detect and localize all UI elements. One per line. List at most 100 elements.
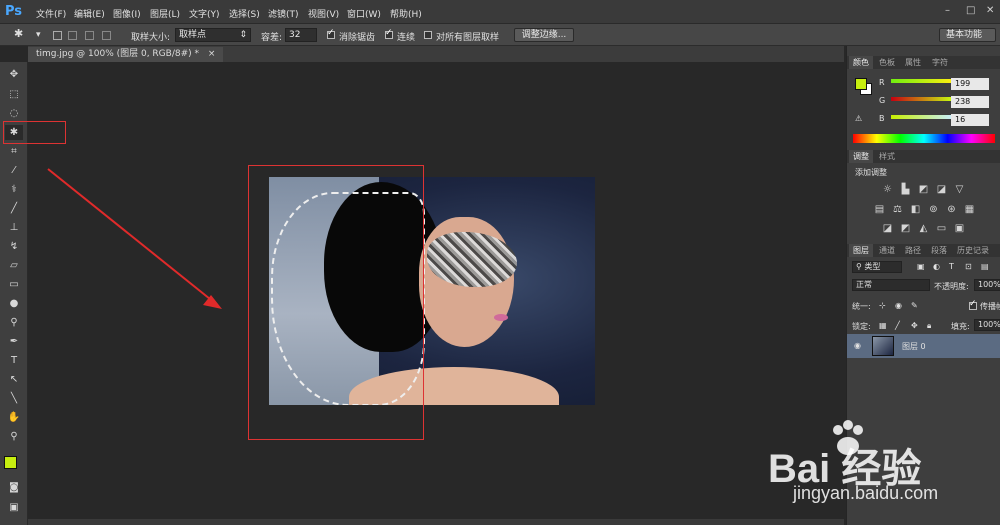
screen-mode-icon[interactable]: ▣ — [5, 500, 23, 515]
menu-file[interactable]: 文件(F) — [36, 7, 66, 20]
add-selection-icon[interactable] — [68, 31, 77, 40]
tab-color[interactable]: 颜色 — [849, 56, 873, 69]
path-select-icon[interactable]: ↖ — [5, 372, 23, 387]
opacity-input[interactable]: 100% — [974, 279, 1000, 291]
lock-transparency-icon[interactable]: ▦ — [879, 321, 887, 330]
threshold-icon[interactable]: ◭ — [918, 223, 929, 234]
pen-tool-icon[interactable]: ✒ — [5, 334, 23, 349]
tolerance-input[interactable]: 32 — [285, 28, 317, 42]
document-tab[interactable]: timg.jpg @ 100% (图层 0, RGB/8#) * × — [28, 47, 224, 62]
g-slider[interactable] — [891, 97, 953, 101]
layer-filter-select[interactable]: ⚲ 类型 — [852, 261, 902, 273]
unify-position-icon[interactable]: ⊹ — [879, 301, 886, 310]
filter-type-icon[interactable]: T — [949, 262, 954, 271]
color-lookup-icon[interactable]: ▦ — [964, 204, 975, 215]
eraser-tool-icon[interactable]: ▱ — [5, 258, 23, 273]
close-window-button[interactable]: ✕ — [986, 5, 994, 16]
tab-history[interactable]: 历史记录 — [953, 244, 993, 257]
blur-tool-icon[interactable]: ● — [5, 296, 23, 311]
type-tool-icon[interactable]: T — [5, 353, 23, 368]
tab-properties[interactable]: 属性 — [901, 56, 925, 69]
filter-smart-icon[interactable]: ▤ — [981, 262, 989, 271]
tab-swatches[interactable]: 色板 — [875, 56, 899, 69]
fg-color-chip[interactable] — [855, 78, 867, 90]
stamp-tool-icon[interactable]: ⊥ — [5, 220, 23, 235]
contiguous-checkbox[interactable] — [385, 28, 393, 39]
refine-edge-button[interactable]: 调整边缘... — [514, 28, 574, 42]
intersect-selection-icon[interactable] — [102, 31, 111, 40]
blend-mode-select[interactable]: 正常 — [852, 279, 930, 291]
photo-filter-icon[interactable]: ⊚ — [928, 204, 939, 215]
gradient-tool-icon[interactable]: ▭ — [5, 277, 23, 292]
dodge-tool-icon[interactable]: ⚲ — [5, 315, 23, 330]
antialias-checkbox[interactable] — [327, 28, 335, 39]
b-slider[interactable] — [891, 115, 953, 119]
fill-input[interactable]: 100% — [974, 319, 1000, 331]
menu-window[interactable]: 窗口(W) — [347, 7, 381, 20]
sample-size-select[interactable]: 取样点 ⇕ — [175, 28, 251, 42]
filter-adjust-icon[interactable]: ◐ — [933, 262, 940, 271]
minimize-button[interactable]: – — [945, 5, 950, 16]
crop-tool-icon[interactable]: ⌗ — [5, 144, 23, 159]
gradient-map-icon[interactable]: ▭ — [936, 223, 947, 234]
filter-shape-icon[interactable]: ⊡ — [965, 262, 972, 271]
levels-icon[interactable]: ▙ — [900, 184, 911, 195]
menu-edit[interactable]: 编辑(E) — [74, 7, 105, 20]
lock-move-icon[interactable]: ✥ — [911, 321, 918, 330]
close-tab-icon[interactable]: × — [208, 49, 216, 59]
channel-mixer-icon[interactable]: ⊛ — [946, 204, 957, 215]
restore-button[interactable]: □ — [966, 5, 975, 16]
posterize-icon[interactable]: ◩ — [900, 223, 911, 234]
menu-filter[interactable]: 滤镜(T) — [268, 7, 299, 20]
tab-styles[interactable]: 样式 — [875, 150, 899, 163]
healing-brush-icon[interactable]: ⚕ — [5, 182, 23, 197]
tab-paragraph[interactable]: 段落 — [927, 244, 951, 257]
exposure-icon[interactable]: ◪ — [936, 184, 947, 195]
new-selection-icon[interactable] — [53, 31, 62, 40]
tab-character[interactable]: 字符 — [928, 56, 952, 69]
workspace-select[interactable]: 基本功能 — [939, 28, 996, 42]
tool-preset-chevron-icon[interactable]: ▾ — [36, 30, 41, 40]
magic-wand-icon[interactable]: ✱ — [14, 27, 23, 40]
color-spectrum-bar[interactable] — [853, 134, 995, 143]
lock-paint-icon[interactable]: ╱ — [895, 321, 900, 330]
menu-view[interactable]: 视图(V) — [308, 7, 339, 20]
tab-paths[interactable]: 路径 — [901, 244, 925, 257]
black-white-icon[interactable]: ◧ — [910, 204, 921, 215]
selective-color-icon[interactable]: ▣ — [954, 223, 965, 234]
color-balance-icon[interactable]: ⚖ — [892, 204, 903, 215]
lasso-tool-icon[interactable]: ◌ — [5, 106, 23, 121]
foreground-color-swatch[interactable] — [4, 456, 17, 469]
zoom-tool-icon[interactable]: ⚲ — [5, 429, 23, 444]
tab-layers[interactable]: 图层 — [849, 244, 873, 257]
curves-icon[interactable]: ◩ — [918, 184, 929, 195]
menu-help[interactable]: 帮助(H) — [390, 7, 422, 20]
vibrance-icon[interactable]: ▽ — [954, 184, 965, 195]
menu-layer[interactable]: 图层(L) — [150, 7, 180, 20]
g-value[interactable]: 238 — [951, 96, 989, 108]
hand-tool-icon[interactable]: ✋ — [5, 410, 23, 425]
move-tool-icon[interactable]: ✥ — [5, 67, 23, 82]
filter-pixel-icon[interactable]: ▣ — [917, 262, 925, 271]
tab-channels[interactable]: 通道 — [875, 244, 899, 257]
subtract-selection-icon[interactable] — [85, 31, 94, 40]
menu-select[interactable]: 选择(S) — [229, 7, 260, 20]
lock-all-icon[interactable]: 🔒︎ — [927, 321, 931, 331]
quick-mask-icon[interactable]: ◙ — [5, 480, 23, 495]
brightness-icon[interactable]: ☼ — [882, 184, 893, 195]
menu-type[interactable]: 文字(Y) — [189, 7, 220, 20]
invert-icon[interactable]: ◪ — [882, 223, 893, 234]
eye-icon[interactable]: ◉ — [854, 341, 861, 350]
eyedropper-tool-icon[interactable]: ⁄ — [5, 163, 23, 178]
b-value[interactable]: 16 — [951, 114, 989, 126]
unify-style-icon[interactable]: ✎ — [911, 301, 918, 310]
brush-tool-icon[interactable]: ╱ — [5, 201, 23, 216]
all-layers-checkbox[interactable] — [424, 31, 432, 39]
layer-name[interactable]: 图层 0 — [902, 341, 926, 352]
gamut-warning-icon[interactable]: ⚠ — [855, 114, 862, 123]
r-value[interactable]: 199 — [951, 78, 989, 90]
layer-row[interactable]: ◉ 图层 0 — [847, 334, 1000, 358]
line-tool-icon[interactable]: ╲ — [5, 391, 23, 406]
marquee-tool-icon[interactable]: ⬚ — [5, 87, 23, 102]
r-slider[interactable] — [891, 79, 953, 83]
